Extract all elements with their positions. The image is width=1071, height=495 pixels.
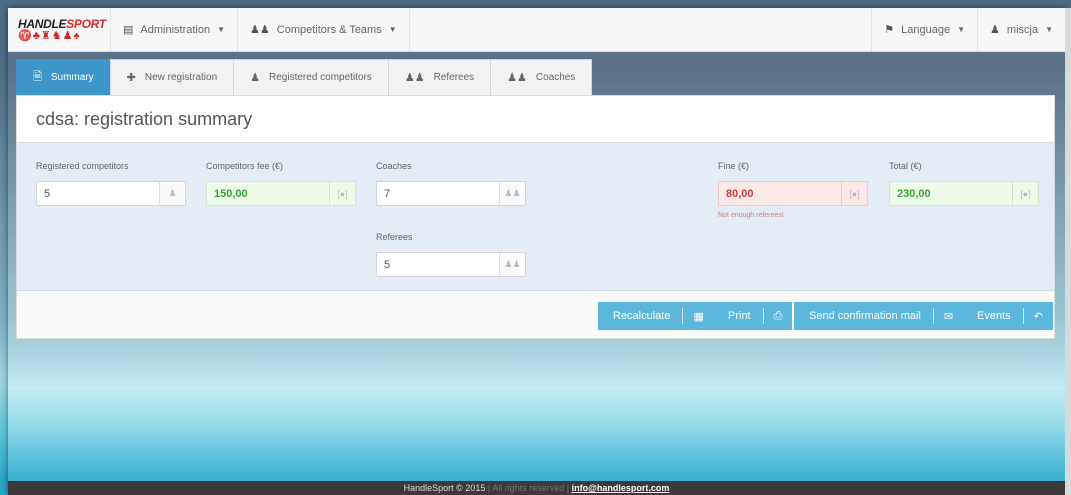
tab-referees[interactable]: ♟♟ Referees: [387, 59, 492, 95]
money-icon: [●]: [329, 182, 355, 205]
brand-logo[interactable]: HANDLESPORT ♈♣♜♞♟♠: [8, 8, 111, 51]
events-button[interactable]: Events ↶: [962, 302, 1053, 330]
language-icon: ⚑: [884, 24, 895, 36]
brand-name: HANDLESPORT: [18, 17, 106, 31]
tab-bar: 🗎 Summary ✚ New registration ♟ Registere…: [16, 59, 593, 95]
nav-language-label: Language: [901, 23, 951, 36]
registered-competitors-value: 5: [44, 188, 51, 200]
users-icon: ♟♟: [499, 253, 525, 276]
recalculate-button[interactable]: Recalculate ▦: [598, 302, 714, 330]
chevron-down-icon: ▼: [1045, 25, 1053, 34]
tab-summary[interactable]: 🗎 Summary: [16, 59, 111, 95]
tab-summary-label: Summary: [50, 72, 94, 83]
plus-icon: ✚: [126, 72, 136, 84]
users-icon: ♟♟: [499, 182, 525, 205]
registered-competitors-label: Registered competitors: [36, 161, 129, 171]
envelope-icon: ✉: [943, 310, 954, 323]
tab-registered-competitors[interactable]: ♟ Registered competitors: [233, 59, 389, 95]
list-icon: ▤: [123, 24, 134, 36]
nav-administration[interactable]: ▤ Administration ▼: [111, 8, 239, 51]
total-input[interactable]: 230,00 [●]: [889, 181, 1039, 206]
file-icon: 🗎: [33, 71, 42, 83]
print-button[interactable]: Print ⎙: [713, 302, 793, 330]
referees-input[interactable]: 5 ♟♟: [376, 252, 526, 277]
tab-new-registration-label: New registration: [144, 72, 218, 83]
fine-input[interactable]: 80,00 [●]: [718, 181, 868, 206]
competitors-fee-input[interactable]: 150,00 [●]: [206, 181, 356, 206]
fine-value: 80,00: [726, 188, 754, 200]
footer-copyright: HandleSport © 2015: [403, 483, 486, 493]
tab-coaches-label: Coaches: [535, 72, 576, 83]
fine-label: Fine (€): [718, 161, 750, 171]
scrollbar[interactable]: [1065, 8, 1071, 495]
total-label: Total (€): [889, 161, 922, 171]
print-label: Print: [728, 310, 751, 322]
chevron-down-icon: ▼: [957, 25, 966, 34]
footer-email-link[interactable]: info@handlesport.com: [572, 483, 670, 493]
coaches-field: Coaches 7 ♟♟: [376, 161, 526, 206]
money-icon: [●]: [1012, 182, 1038, 205]
coaches-input[interactable]: 7 ♟♟: [376, 181, 526, 206]
users-icon: ♟♟: [507, 72, 527, 84]
nav-administration-label: Administration: [140, 23, 211, 36]
recalculate-label: Recalculate: [613, 310, 671, 322]
fine-field: Fine (€) 80,00 [●] Not enough referees!: [718, 161, 868, 219]
referees-value: 5: [384, 259, 391, 271]
events-label: Events: [977, 310, 1011, 322]
competitors-fee-value: 150,00: [214, 188, 248, 200]
referees-label: Referees: [376, 232, 413, 242]
fine-error-message: Not enough referees!: [718, 212, 784, 219]
brand-figures: ♈♣♜♞♟♠: [18, 30, 81, 42]
nav-user[interactable]: ♟ miscja ▼: [977, 8, 1065, 51]
user-icon: ♟: [250, 72, 261, 84]
tab-referees-label: Referees: [433, 72, 475, 83]
competitors-fee-field: Competitors fee (€) 150,00 [●]: [206, 161, 356, 206]
coaches-label: Coaches: [376, 161, 412, 171]
reply-icon: ↶: [1033, 310, 1043, 323]
registered-competitors-field: Registered competitors 5 ♟: [36, 161, 186, 206]
chevron-down-icon: ▼: [388, 25, 397, 34]
send-confirmation-mail-label: Send confirmation mail: [809, 310, 921, 322]
users-icon: ♟♟: [404, 72, 425, 84]
user-icon: ♟: [990, 24, 1000, 36]
total-field: Total (€) 230,00 [●]: [889, 161, 1039, 206]
top-navbar: HANDLESPORT ♈♣♜♞♟♠ ▤ Administration ▼ ♟♟…: [8, 8, 1065, 52]
footer-rights: All rights reserved: [492, 483, 565, 493]
nav-user-label: miscja: [1006, 23, 1039, 36]
print-icon: ⎙: [773, 309, 783, 322]
users-icon: ♟♟: [250, 24, 270, 36]
tab-coaches[interactable]: ♟♟ Coaches: [490, 59, 593, 95]
nav-competitors-teams[interactable]: ♟♟ Competitors & Teams ▼: [238, 8, 410, 51]
nav-language[interactable]: ⚑ Language ▼: [871, 8, 977, 51]
summary-form: Registered competitors 5 ♟ Competitors f…: [16, 143, 1055, 291]
registered-competitors-input[interactable]: 5 ♟: [36, 181, 186, 206]
page-footer: HandleSport © 2015 | All rights reserved…: [8, 481, 1065, 495]
send-confirmation-mail-button[interactable]: Send confirmation mail ✉: [794, 302, 964, 330]
total-value: 230,00: [897, 188, 931, 200]
tab-new-registration[interactable]: ✚ New registration: [109, 59, 235, 95]
page-title: cdsa: registration summary: [36, 108, 253, 129]
card-footer: Recalculate ▦ Print ⎙ Send confirmation …: [16, 291, 1055, 339]
app-window: HANDLESPORT ♈♣♜♞♟♠ ▤ Administration ▼ ♟♟…: [8, 8, 1071, 495]
calculator-icon: ▦: [693, 310, 704, 323]
tab-registered-competitors-label: Registered competitors: [269, 72, 372, 83]
user-icon: ♟: [159, 182, 185, 205]
competitors-fee-label: Competitors fee (€): [206, 161, 284, 171]
referees-field: Referees 5 ♟♟: [376, 232, 526, 277]
chevron-down-icon: ▼: [217, 25, 226, 34]
card-header: cdsa: registration summary: [16, 95, 1055, 143]
money-icon: [●]: [841, 182, 867, 205]
coaches-value: 7: [384, 188, 391, 200]
nav-competitors-teams-label: Competitors & Teams: [276, 23, 382, 36]
